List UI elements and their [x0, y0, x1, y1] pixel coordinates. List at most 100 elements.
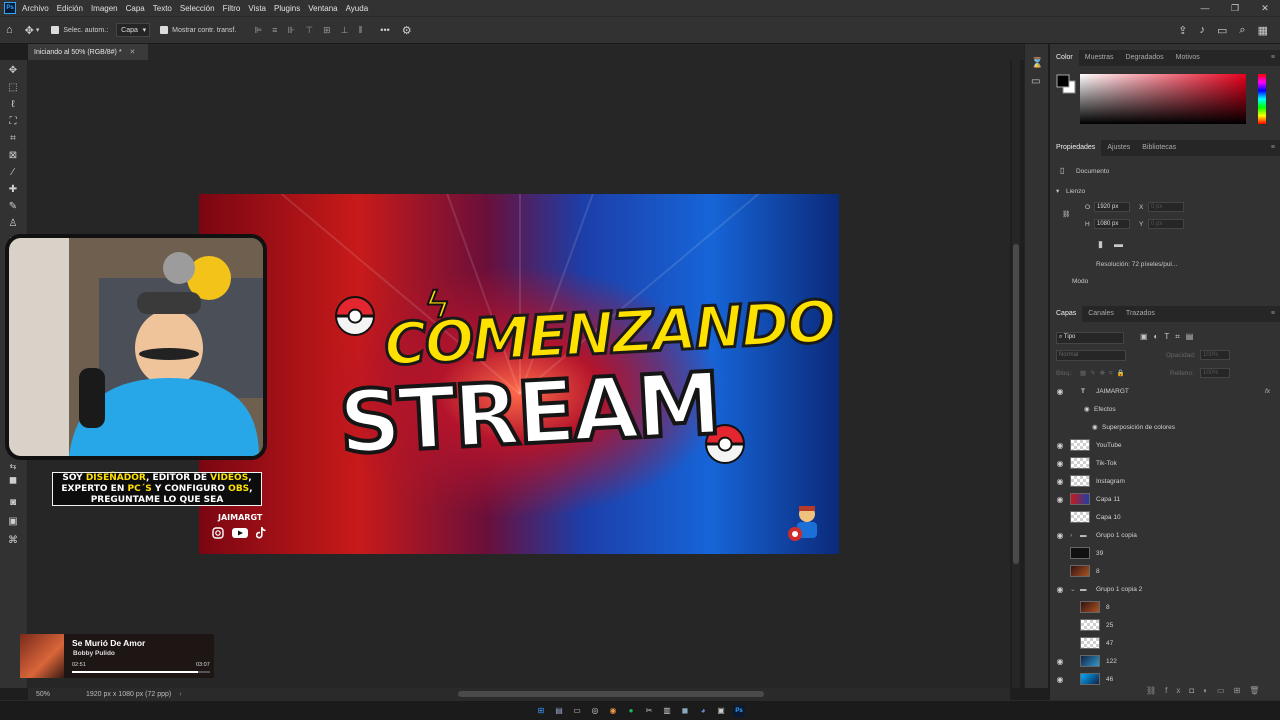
eyedropper-tool-icon[interactable]: ⁄ [5, 166, 21, 180]
horizontal-scrollbar[interactable] [458, 691, 764, 697]
auto-select-checkbox[interactable]: Selec. autom.: [51, 26, 108, 34]
tab-degradados[interactable]: Degradados [1120, 50, 1170, 66]
layer-row[interactable]: 8 [1050, 598, 1270, 616]
comment-icon[interactable]: ▭ [1031, 76, 1040, 87]
capcut-icon[interactable]: ✂ [643, 705, 655, 717]
layer-row[interactable]: 8 [1050, 562, 1270, 580]
vertical-scrollbar[interactable] [1012, 60, 1020, 688]
tab-propiedades[interactable]: Propiedades [1050, 140, 1102, 156]
x-input[interactable]: 0 px [1148, 202, 1184, 212]
layer-row[interactable]: ◉ Superposición de colores [1050, 418, 1270, 436]
layer-row[interactable]: ◉ Instagram [1050, 472, 1270, 490]
layer-row[interactable]: Capa 10 [1050, 508, 1270, 526]
tab-muestras[interactable]: Muestras [1079, 50, 1120, 66]
eye-icon[interactable]: ◉ [1050, 495, 1070, 504]
history-icon[interactable]: ⌛ [1031, 58, 1043, 69]
align-vcenter-icon[interactable]: ⊞ [323, 25, 331, 36]
tab-motivos[interactable]: Motivos [1170, 50, 1206, 66]
home-icon[interactable]: ⌂ [6, 24, 13, 36]
distribute-icon[interactable]: ⫴ [359, 25, 363, 36]
document-tab[interactable]: Iniciando al 50% (RGB/8#) * ✕ [28, 44, 148, 60]
eye-icon[interactable]: ◉ [1050, 459, 1070, 468]
panel-menu-icon[interactable]: ≡ [1265, 306, 1280, 322]
menu-edicion[interactable]: Edición [57, 4, 83, 13]
crop-tool-icon[interactable]: ⌗ [5, 132, 21, 146]
layer-filter-icons[interactable]: ▣◐T⌗▤ [1140, 332, 1199, 342]
tab-color[interactable]: Color [1050, 50, 1079, 66]
eye-icon[interactable]: ◉ [1050, 387, 1070, 396]
menu-imagen[interactable]: Imagen [91, 4, 118, 13]
menu-ventana[interactable]: Ventana [308, 4, 337, 13]
menu-seleccion[interactable]: Selección [180, 4, 215, 13]
fg-bg-color-icon[interactable]: ◼ [5, 474, 21, 488]
link-icon[interactable]: ⛓ [1062, 210, 1070, 218]
eye-icon[interactable]: ◉ [1050, 675, 1070, 684]
workspace-switch-icon[interactable]: ▦ [1258, 24, 1268, 37]
layer-row[interactable]: ◉ Efectos [1050, 400, 1270, 418]
photoshop-taskbar-icon[interactable]: Ps [733, 704, 745, 717]
layer-row[interactable]: ◉ › ▬ Grupo 1 copia [1050, 526, 1270, 544]
width-input[interactable]: 1920 px [1094, 202, 1130, 212]
brush-tool-icon[interactable]: ✎ [5, 200, 21, 214]
fill-input[interactable]: 100% [1200, 368, 1230, 378]
layer-row[interactable]: ◉ Tik-Tok [1050, 454, 1270, 472]
menu-filtro[interactable]: Filtro [223, 4, 241, 13]
eye-icon[interactable]: ◉ [1050, 531, 1070, 540]
artboard-icon[interactable]: ⌘ [5, 534, 21, 548]
search-icon[interactable]: ⌕ [1239, 24, 1245, 37]
y-input[interactable]: 0 px [1148, 219, 1184, 229]
app-icon[interactable]: ◼ [679, 705, 691, 717]
height-input[interactable]: 1080 px [1094, 219, 1130, 229]
foreground-background-swatch[interactable] [1056, 74, 1076, 94]
opacity-input[interactable]: 100% [1200, 350, 1230, 360]
move-tool-icon[interactable]: ✥ [5, 64, 21, 78]
stamp-tool-icon[interactable]: ♙ [5, 217, 21, 231]
menu-archivo[interactable]: Archivo [22, 4, 49, 13]
gear-icon[interactable]: ⚙ [402, 24, 412, 37]
layer-row[interactable]: 39 [1050, 544, 1270, 562]
landscape-icon[interactable]: ▬ [1114, 239, 1123, 249]
healing-brush-icon[interactable]: ✚ [5, 183, 21, 197]
screen-mode-icon[interactable]: ▣ [5, 515, 21, 529]
effect-eye-icon[interactable]: ◉ [1084, 405, 1094, 413]
minimize-button[interactable]: — [1190, 3, 1220, 14]
bell-icon[interactable]: ♪ [1200, 24, 1206, 37]
layer-row[interactable]: ◉ Capa 11 [1050, 490, 1270, 508]
chevron-right-icon[interactable]: › [179, 691, 181, 698]
layer-row[interactable]: ◉ T JAIMARGT fx [1050, 382, 1271, 400]
artboard[interactable]: ϟ COMENZANDO STREAM [199, 194, 839, 554]
menu-plugins[interactable]: Plugins [274, 4, 300, 13]
tab-trazados[interactable]: Trazados [1120, 306, 1161, 322]
align-hcenter-icon[interactable]: ≡ [272, 25, 277, 36]
discord-icon[interactable]: ◕ [697, 705, 709, 717]
show-transform-checkbox[interactable]: Mostrar contr. transf. [160, 26, 236, 34]
frame-tool-icon[interactable]: ⊠ [5, 149, 21, 163]
quick-mask-icon[interactable]: ◙ [5, 496, 21, 510]
fx-icon[interactable]: fx [1265, 388, 1270, 395]
object-select-tool-icon[interactable]: ⛶ [5, 115, 21, 129]
restore-button[interactable]: ❐ [1220, 3, 1250, 14]
align-right-icon[interactable]: ⊪ [287, 25, 295, 36]
chrome-icon[interactable]: ◉ [607, 705, 619, 717]
menu-vista[interactable]: Vista [248, 4, 266, 13]
align-bottom-icon[interactable]: ⊥ [341, 25, 349, 36]
layer-row[interactable]: ◉ ⌄ ▬ Grupo 1 copia 2 [1050, 580, 1270, 598]
zoom-level[interactable]: 50% [36, 691, 86, 698]
tab-ajustes[interactable]: Ajustes [1101, 140, 1136, 156]
more-options-button[interactable]: ••• [380, 25, 389, 35]
notepad-icon[interactable]: ▥ [661, 705, 673, 717]
eye-icon[interactable]: ◉ [1050, 441, 1070, 450]
lasso-tool-icon[interactable]: ℓ [5, 98, 21, 112]
eye-icon[interactable]: ◉ [1050, 477, 1070, 486]
marquee-tool-icon[interactable]: ⬚ [5, 81, 21, 95]
auto-select-dropdown[interactable]: Capa ▾ [116, 23, 151, 37]
panel-menu-icon[interactable]: ≡ [1265, 140, 1280, 156]
color-picker-field[interactable] [1080, 74, 1246, 124]
chevron-down-icon[interactable]: ▾ [36, 26, 40, 34]
close-icon[interactable]: ✕ [130, 48, 136, 56]
align-top-icon[interactable]: ⊤ [305, 25, 313, 36]
effect-eye-icon[interactable]: ◉ [1092, 423, 1102, 431]
chevron-down-icon[interactable]: ⌄ [1070, 585, 1080, 593]
menu-texto[interactable]: Texto [153, 4, 172, 13]
portrait-icon[interactable]: ▮ [1098, 239, 1103, 250]
